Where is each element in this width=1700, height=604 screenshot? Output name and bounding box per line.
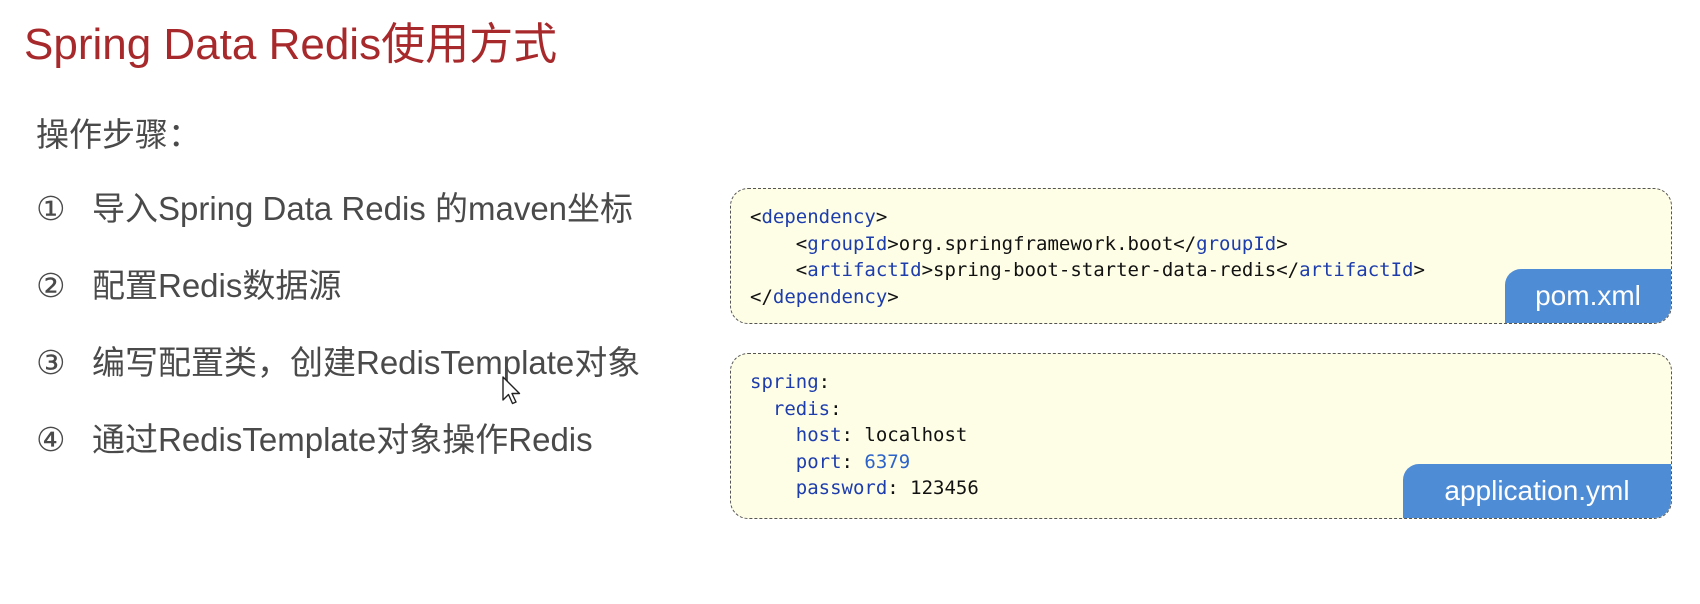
- xml-tag: dependency: [761, 206, 876, 228]
- pom-file-label: pom.xml: [1505, 269, 1671, 323]
- password-value: 123456: [910, 477, 979, 499]
- step-4: ④ 通过RedisTemplate对象操作Redis: [36, 413, 593, 461]
- step-number: ①: [36, 190, 66, 227]
- yaml-key: redis: [772, 397, 831, 420]
- step-number: ③: [36, 344, 66, 381]
- xml-tag: artifactId: [807, 259, 922, 281]
- yml-file-label: application.yml: [1403, 464, 1671, 518]
- yaml-key: spring: [750, 371, 819, 393]
- host-value: localhost: [864, 424, 968, 446]
- step-text: 通过RedisTemplate对象操作Redis: [92, 421, 593, 458]
- pom-code-box: <dependency> <groupId>org.springframewor…: [730, 188, 1672, 324]
- mouse-pointer-icon: [502, 376, 521, 405]
- xml-tag: groupId: [1196, 232, 1277, 255]
- step-text: 编写配置类，创建RedisTemplate对象: [92, 344, 641, 381]
- step-3: ③ 编写配置类，创建RedisTemplate对象: [36, 336, 640, 384]
- yml-code-box: spring: redis: host: localhost port: 637…: [730, 353, 1672, 519]
- step-text: 导入Spring Data Redis 的maven坐标: [92, 190, 634, 227]
- step-2: ② 配置Redis数据源: [36, 259, 341, 307]
- step-number: ④: [36, 421, 66, 458]
- yaml-key: host: [795, 424, 842, 446]
- group-id-value: org.springframework.boot: [898, 232, 1174, 255]
- xml-tag: artifactId: [1299, 259, 1414, 281]
- yaml-key: port: [795, 450, 842, 473]
- pom-code: <dependency> <groupId>org.springframewor…: [750, 206, 1425, 308]
- slide-title: Spring Data Redis使用方式: [24, 20, 558, 69]
- step-1: ① 导入Spring Data Redis 的maven坐标: [36, 182, 633, 230]
- step-number: ②: [36, 267, 66, 304]
- yml-code: spring: redis: host: localhost port: 637…: [750, 371, 979, 499]
- yaml-key: password: [795, 477, 888, 499]
- artifact-id-value: spring-boot-starter-data-redis: [933, 259, 1277, 281]
- port-value: 6379: [864, 450, 911, 473]
- step-text: 配置Redis数据源: [92, 267, 342, 304]
- steps-heading: 操作步骤：: [36, 116, 201, 153]
- xml-tag: groupId: [807, 232, 888, 255]
- xml-tag: dependency: [772, 285, 888, 308]
